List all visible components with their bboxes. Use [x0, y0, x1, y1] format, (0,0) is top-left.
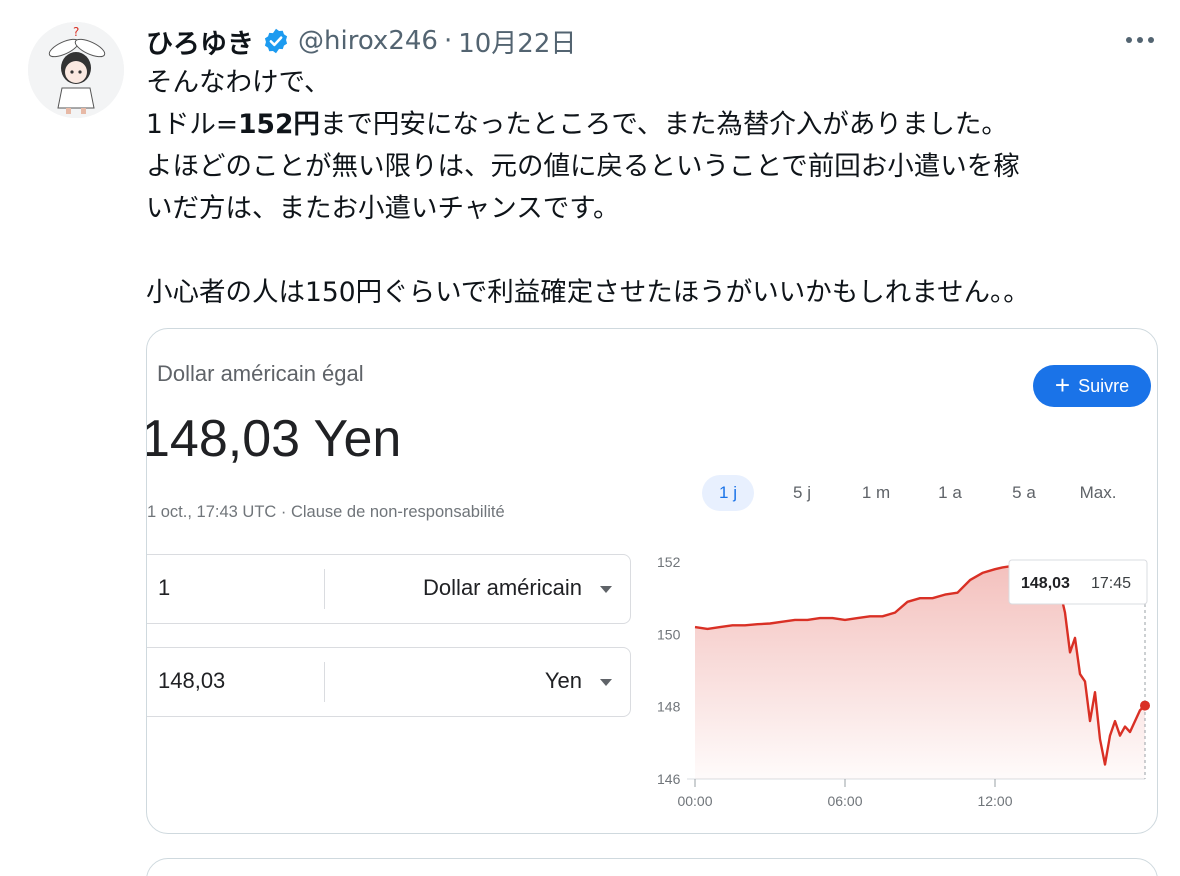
- verified-badge-icon: [264, 28, 288, 54]
- fx-timestamp: 1 oct., 17:43 UTC · Clause de non-respon…: [147, 503, 505, 521]
- display-name[interactable]: ひろゆき: [146, 22, 254, 61]
- chart-tooltip: 148,03 17:45: [1008, 559, 1148, 605]
- chart-current-point: [1140, 700, 1150, 711]
- second-media-card[interactable]: [146, 858, 1158, 876]
- user-handle[interactable]: @hirox246: [298, 26, 438, 56]
- tweet-date[interactable]: 10月22日: [458, 23, 576, 60]
- avatar-image: ?: [28, 22, 124, 118]
- avatar[interactable]: ?: [28, 22, 124, 118]
- range-tab-1m[interactable]: 1 m: [839, 475, 913, 511]
- tweet-media-card[interactable]: Dollar américain égal 148,03 Yen 1 oct.,…: [146, 328, 1158, 834]
- range-tab-max[interactable]: Max.: [1061, 475, 1135, 511]
- tweet-line: そんなわけで、: [146, 67, 331, 98]
- y-tick-label: 150: [657, 626, 681, 642]
- converter-amount-input[interactable]: 1: [158, 575, 170, 601]
- range-tab-1j[interactable]: 1 j: [702, 475, 754, 511]
- tweet-text: そんなわけで、 1ドル=152円まで円安になったところで、また為替介入がありまし…: [146, 62, 1156, 314]
- chevron-down-icon[interactable]: [600, 586, 612, 593]
- tweet-text-bold: 152円: [238, 109, 320, 140]
- converter-currency-select[interactable]: Yen: [545, 668, 582, 694]
- x-tick-label: 06:00: [827, 793, 862, 809]
- y-tick-label: 146: [657, 771, 681, 787]
- tooltip-value: 148,03: [1021, 575, 1070, 592]
- tweet-text-segment: 1ドル=: [146, 109, 239, 140]
- header-separator: ·: [443, 26, 453, 56]
- tooltip-time: 17:45: [1091, 575, 1131, 592]
- tweet-line: 小心者の人は150円ぐらいで利益確定させたほうがいいかもしれません。。: [146, 277, 1030, 308]
- converter-divider: [324, 662, 325, 702]
- more-dot: [1148, 37, 1154, 43]
- converter-from[interactable]: 1 Dollar américain: [147, 554, 631, 624]
- more-dot: [1137, 37, 1143, 43]
- chevron-down-icon[interactable]: [600, 679, 612, 686]
- converter-amount-input[interactable]: 148,03: [158, 668, 225, 694]
- follow-label: Suivre: [1078, 375, 1130, 396]
- x-tick-label: 00:00: [677, 793, 712, 809]
- follow-button[interactable]: + Suivre: [1033, 365, 1151, 407]
- fx-rate: 148,03 Yen: [146, 410, 402, 468]
- more-dot: [1126, 37, 1132, 43]
- converter-currency-select[interactable]: Dollar américain: [423, 575, 582, 601]
- fx-caption: Dollar américain égal: [157, 361, 364, 386]
- tweet-line: 1ドル=152円まで円安になったところで、また為替介入がありました。: [146, 104, 1156, 146]
- tweet-text-segment: まで円安になったところで、また為替介入がありました。: [319, 109, 1008, 140]
- tweet-line: よほどのことが無い限りは、元の値に戻るということで前回お小遣いを稼: [146, 151, 1020, 182]
- y-tick-label: 148: [657, 699, 681, 715]
- svg-text:?: ?: [73, 25, 79, 39]
- plus-icon: +: [1054, 370, 1071, 400]
- range-tabs: 1 j 5 j 1 m 1 a 5 a Max.: [691, 475, 1135, 511]
- tweet-header: ひろゆき @hirox246 · 10月22日: [146, 22, 576, 60]
- x-tick-label: 12:00: [977, 793, 1012, 809]
- range-tab-1a[interactable]: 1 a: [913, 475, 987, 511]
- more-options-icon[interactable]: [1122, 26, 1158, 54]
- tweet-line: いだ方は、またお小遣いチャンスです。: [146, 193, 620, 224]
- y-tick-label: 152: [657, 554, 681, 570]
- range-tab-5a[interactable]: 5 a: [987, 475, 1061, 511]
- converter-to[interactable]: 148,03 Yen: [147, 647, 631, 717]
- range-tab-5j[interactable]: 5 j: [765, 475, 839, 511]
- converter-divider: [324, 569, 325, 609]
- fx-line-chart[interactable]: 146 148 150 152 00:00 06:00 12:00 148,03 17:45: [637, 544, 1157, 834]
